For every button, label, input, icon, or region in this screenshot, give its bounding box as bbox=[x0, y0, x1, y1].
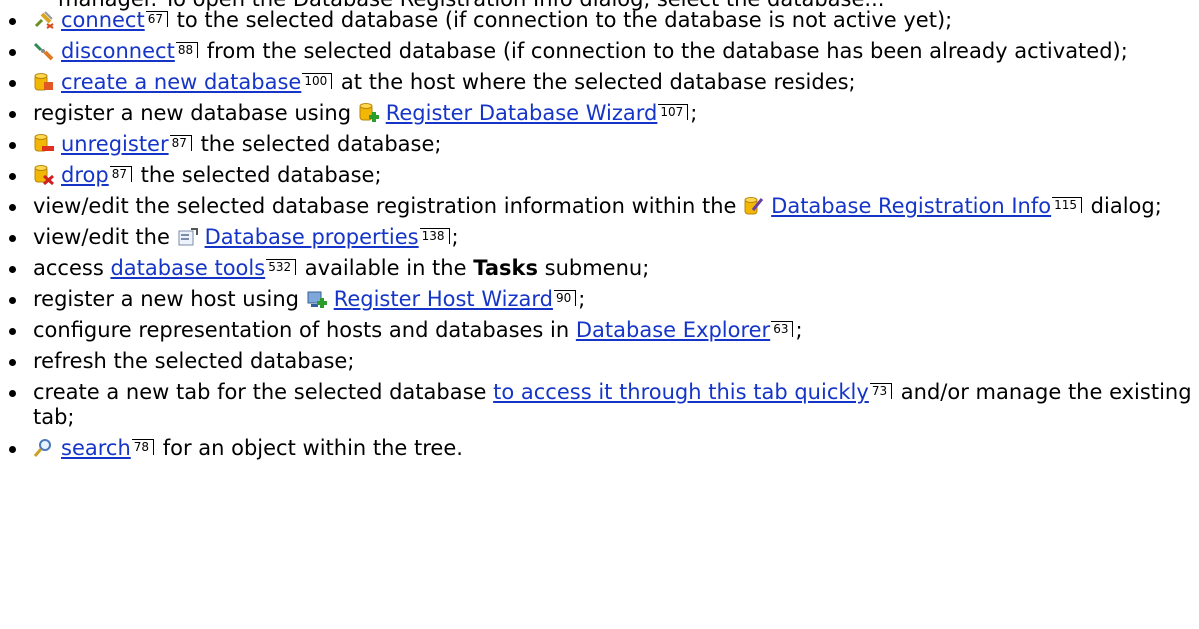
bullet bbox=[9, 18, 16, 25]
database-drop-icon bbox=[33, 165, 55, 185]
bullet bbox=[9, 80, 16, 87]
database-explorer-link[interactable]: Database Explorer bbox=[576, 318, 770, 342]
bullet bbox=[9, 446, 16, 453]
disconnect-link[interactable]: disconnect bbox=[61, 39, 175, 63]
page-ref[interactable]: 100 bbox=[302, 73, 333, 89]
list-item-registration-info: view/edit the selected database registra… bbox=[0, 194, 1199, 219]
bullet bbox=[9, 49, 16, 56]
item-text: to the selected database (if connection … bbox=[170, 8, 953, 32]
list-item-database-tools: access database tools 532 available in th… bbox=[0, 256, 1199, 281]
page-ref[interactable]: 63 bbox=[771, 321, 794, 337]
database-add-icon bbox=[358, 103, 380, 123]
list-item-configure-explorer: configure representation of hosts and da… bbox=[0, 318, 1199, 343]
unregister-link[interactable]: unregister bbox=[61, 132, 169, 156]
item-text: register a new database using bbox=[33, 101, 358, 125]
list-item-drop: drop 87 the selected database; bbox=[0, 163, 1199, 188]
database-remove-icon bbox=[33, 134, 55, 154]
item-text: the selected database; bbox=[133, 163, 382, 187]
database-registration-info-link[interactable]: Database Registration Info bbox=[771, 194, 1051, 218]
drop-link[interactable]: drop bbox=[61, 163, 109, 187]
bullet bbox=[9, 266, 16, 273]
list-item-database-properties: view/edit the Database properties 138; bbox=[0, 225, 1199, 250]
plug-connect-icon bbox=[33, 10, 55, 30]
list-item-unregister: unregister 87 the selected database; bbox=[0, 132, 1199, 157]
item-text: refresh the selected database; bbox=[33, 349, 355, 373]
search-link[interactable]: search bbox=[61, 436, 131, 460]
page-ref[interactable]: 90 bbox=[553, 290, 577, 306]
bullet bbox=[9, 204, 16, 211]
page-ref[interactable]: 532 bbox=[266, 259, 297, 275]
item-text: ; bbox=[690, 101, 698, 125]
database-edit-icon bbox=[743, 196, 765, 216]
page-ref[interactable]: 67 bbox=[145, 11, 168, 27]
context-menu-actions-list: connect 67 to the selected database (if c… bbox=[0, 8, 1199, 467]
create-database-link[interactable]: create a new database bbox=[61, 70, 301, 94]
connect-link[interactable]: connect bbox=[61, 8, 145, 32]
item-text: for an object within the tree. bbox=[156, 436, 463, 460]
item-text: dialog; bbox=[1084, 194, 1162, 218]
item-text: access bbox=[33, 256, 111, 280]
page-ref[interactable]: 115 bbox=[1052, 197, 1082, 213]
list-item-disconnect: disconnect 88 from the selected database … bbox=[0, 39, 1199, 64]
item-text: submenu; bbox=[537, 256, 650, 280]
register-database-wizard-link[interactable]: Register Database Wizard bbox=[386, 101, 658, 125]
item-text: ; bbox=[451, 225, 459, 249]
list-item-create-database: create a new database 100 at the host whe… bbox=[0, 70, 1199, 95]
item-text: from the selected database (if connectio… bbox=[200, 39, 1128, 63]
page-ref[interactable]: 73 bbox=[869, 383, 893, 399]
item-text: register a new host using bbox=[33, 287, 306, 311]
list-item-refresh: refresh the selected database; bbox=[0, 349, 1199, 374]
page-ref[interactable]: 78 bbox=[131, 439, 155, 455]
item-text: configure representation of hosts and da… bbox=[33, 318, 576, 342]
list-item-register-host: register a new host using Register Host … bbox=[0, 287, 1199, 312]
item-text: available in the bbox=[298, 256, 474, 280]
list-item-register-database: register a new database using Register D… bbox=[0, 101, 1199, 126]
host-add-icon bbox=[306, 289, 328, 309]
bullet bbox=[9, 111, 16, 118]
page-ref[interactable]: 107 bbox=[658, 104, 689, 120]
bullet bbox=[9, 328, 16, 335]
database-properties-link[interactable]: Database properties bbox=[205, 225, 419, 249]
item-text: ; bbox=[795, 318, 803, 342]
list-item-connect: connect 67 to the selected database (if c… bbox=[0, 8, 1199, 33]
properties-icon bbox=[177, 227, 199, 247]
item-text: the selected database; bbox=[193, 132, 442, 156]
plug-disconnect-icon bbox=[33, 41, 55, 61]
register-host-wizard-link[interactable]: Register Host Wizard bbox=[334, 287, 553, 311]
bullet bbox=[9, 359, 16, 366]
page-ref[interactable]: 88 bbox=[175, 42, 199, 58]
item-text: view/edit the bbox=[33, 225, 177, 249]
item-text: at the host where the selected database … bbox=[334, 70, 856, 94]
page-ref[interactable]: 138 bbox=[419, 228, 450, 244]
access-through-tab-link[interactable]: to access it through this tab quickly bbox=[493, 380, 869, 404]
bullet bbox=[9, 142, 16, 149]
item-text: ; bbox=[578, 287, 586, 311]
bullet bbox=[9, 297, 16, 304]
list-item-create-tab: create a new tab for the selected databa… bbox=[0, 380, 1199, 430]
page-ref[interactable]: 87 bbox=[109, 166, 132, 182]
bullet bbox=[9, 235, 16, 242]
magnifier-icon bbox=[33, 438, 55, 458]
database-new-icon bbox=[33, 72, 55, 92]
item-text: view/edit the selected database registra… bbox=[33, 194, 744, 218]
item-text: create a new tab for the selected databa… bbox=[33, 380, 494, 404]
bullet bbox=[9, 390, 16, 397]
bullet bbox=[9, 173, 16, 180]
tasks-label: Tasks bbox=[473, 256, 538, 280]
page-ref[interactable]: 87 bbox=[169, 135, 192, 151]
list-item-search: search 78 for an object within the tree. bbox=[0, 436, 1199, 461]
database-tools-link[interactable]: database tools bbox=[110, 256, 265, 280]
